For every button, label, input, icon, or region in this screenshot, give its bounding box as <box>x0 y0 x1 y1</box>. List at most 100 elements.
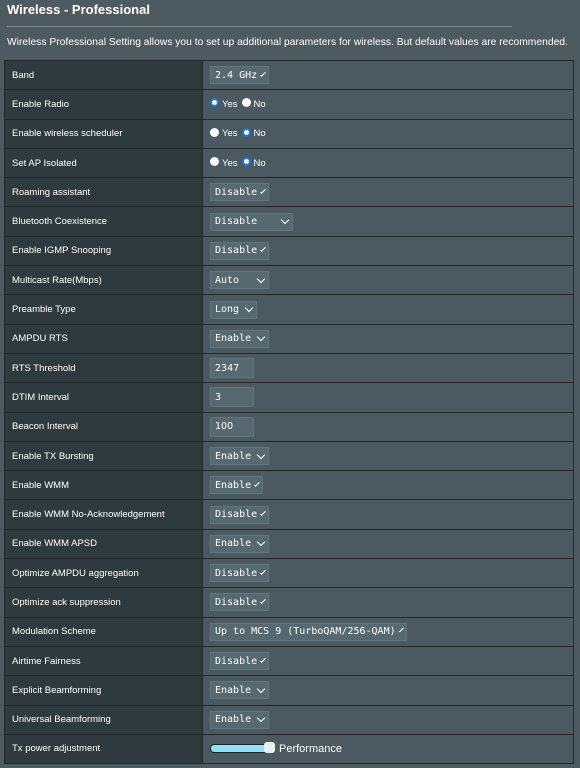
chevron-down-icon <box>280 215 290 225</box>
setting-row-wireless-scheduler: Enable wireless scheduler Yes No <box>5 119 573 149</box>
rts-threshold-input[interactable]: 2347 <box>210 358 254 379</box>
airtime-fairness-select[interactable]: Disable <box>210 652 269 671</box>
page-description: Wireless Professional Setting allows you… <box>7 37 568 48</box>
setting-row-universal-beamforming: Universal Beamforming Enable <box>5 705 573 735</box>
setting-label: Enable TX Bursting <box>5 441 203 471</box>
setting-row-beacon-interval: Beacon Interval 100 <box>5 412 573 442</box>
tx-power-slider-wrap: Performance <box>210 742 342 755</box>
setting-row-tx-power: Tx power adjustment Performance <box>5 734 573 765</box>
title-divider <box>7 26 512 27</box>
ack-suppression-select[interactable]: Disable <box>210 593 269 612</box>
radio-yes[interactable] <box>210 127 219 137</box>
chevron-down-icon <box>256 333 266 342</box>
tx-power-slider[interactable] <box>210 742 275 754</box>
radio-yes[interactable] <box>210 157 219 167</box>
tx-bursting-select[interactable]: Enable <box>210 447 269 465</box>
chevron-down-icon <box>256 538 266 547</box>
setting-label: Optimize AMPDU aggregation <box>5 559 203 588</box>
setting-row-ack-suppression: Optimize ack suppression Disable <box>5 588 573 618</box>
chevron-down-icon <box>256 684 266 694</box>
radio-no[interactable] <box>241 157 251 167</box>
setting-label: Preamble Type <box>5 295 203 324</box>
setting-label: Modulation Scheme <box>5 617 203 646</box>
page-title: Wireless - Professional <box>7 2 150 17</box>
setting-row-ap-isolated: Set AP Isolated Yes No <box>5 148 573 179</box>
setting-row-bluetooth-coexistence: Bluetooth Coexistence Disable <box>5 207 573 237</box>
setting-label: Beacon Interval <box>5 412 203 441</box>
chevron-down-icon <box>254 481 260 487</box>
setting-label: Tx power adjustment <box>5 734 203 764</box>
wmm-select[interactable]: Enable <box>210 476 263 495</box>
setting-label: Bluetooth Coexistence <box>5 207 203 236</box>
dtim-interval-input[interactable]: 3 <box>210 387 254 408</box>
page-header: Wireless - Professional Wireless Profess… <box>0 0 580 60</box>
chevron-down-icon <box>260 510 266 516</box>
setting-row-wmm: Enable WMM Enable <box>5 471 573 501</box>
chevron-down-icon <box>260 70 266 77</box>
enable-radio-group: Yes No <box>210 98 270 110</box>
setting-label: Enable WMM No-Acknowledgement <box>5 500 203 529</box>
chevron-down-icon <box>256 450 266 459</box>
setting-label: Universal Beamforming <box>5 705 203 734</box>
setting-label: Multicast Rate(Mbps) <box>5 266 203 295</box>
setting-row-igmp-snooping: Enable IGMP Snooping Disable <box>5 236 573 267</box>
igmp-snooping-select[interactable]: Disable <box>210 241 269 260</box>
setting-row-preamble-type: Preamble Type Long <box>5 295 573 325</box>
setting-label: Airtime Fairness <box>5 646 203 676</box>
chevron-down-icon <box>260 656 266 663</box>
explicit-beamforming-select[interactable]: Enable <box>210 681 269 700</box>
radio-no[interactable] <box>241 127 251 137</box>
band-select[interactable]: 2.4 GHz <box>210 66 269 85</box>
universal-beamforming-select[interactable]: Enable <box>210 710 269 729</box>
setting-label: Enable WMM APSD <box>5 529 203 559</box>
ampdu-aggregation-select[interactable]: Disable <box>210 564 269 583</box>
chevron-down-icon <box>398 627 404 633</box>
setting-label: AMPDU RTS <box>5 324 203 353</box>
radio-no[interactable] <box>241 98 251 108</box>
setting-label: Enable IGMP Snooping <box>5 236 203 266</box>
chevron-down-icon <box>260 598 266 604</box>
chevron-down-icon <box>256 274 266 283</box>
beacon-interval-input[interactable]: 100 <box>210 416 254 437</box>
chevron-down-icon <box>260 246 266 253</box>
slider-thumb[interactable] <box>264 742 275 754</box>
modulation-scheme-select[interactable]: Up to MCS 9 (TurboQAM/256-QAM) <box>210 622 407 641</box>
setting-row-explicit-beamforming: Explicit Beamforming Enable <box>5 676 573 706</box>
wmm-no-ack-select[interactable]: Disable <box>210 505 269 524</box>
setting-row-dtim-interval: DTIM Interval 3 <box>5 383 573 413</box>
setting-row-wmm-no-ack: Enable WMM No-Acknowledgement Disable <box>5 500 573 530</box>
bluetooth-coexistence-select[interactable]: Disable <box>210 212 293 231</box>
ampdu-rts-select[interactable]: Enable <box>210 329 269 348</box>
setting-row-wmm-apsd: Enable WMM APSD Enable <box>5 529 573 560</box>
chevron-down-icon <box>256 713 266 723</box>
setting-row-multicast-rate: Multicast Rate(Mbps) Auto <box>5 266 573 296</box>
chevron-down-icon <box>260 568 266 575</box>
chevron-down-icon <box>260 188 266 194</box>
setting-row-tx-bursting: Enable TX Bursting Enable <box>5 441 573 472</box>
setting-row-roaming-assistant: Roaming assistant Disable <box>5 178 573 208</box>
setting-label: Enable wireless scheduler <box>5 119 203 148</box>
chevron-down-icon <box>244 303 254 313</box>
setting-label: Set AP Isolated <box>5 148 203 178</box>
setting-label: RTS Threshold <box>5 353 203 383</box>
setting-label: Enable Radio <box>5 90 203 119</box>
setting-label: Band <box>5 61 203 90</box>
setting-row-modulation-scheme: Modulation Scheme Up to MCS 9 (TurboQAM/… <box>5 617 573 647</box>
setting-row-enable-radio: Enable Radio Yes No <box>5 90 573 120</box>
multicast-rate-select[interactable]: Auto <box>210 271 269 290</box>
setting-label: Optimize ack suppression <box>5 588 203 617</box>
setting-row-rts-threshold: RTS Threshold 2347 <box>5 353 573 384</box>
ap-isolated-radio-group: Yes No <box>210 157 270 169</box>
radio-yes[interactable] <box>210 98 219 108</box>
setting-label: Enable WMM <box>5 471 203 500</box>
roaming-assistant-select[interactable]: Disable <box>210 183 269 202</box>
settings-table: Band 2.4 GHz Enable Radio Yes No Enable … <box>4 60 574 765</box>
wireless-scheduler-radio-group: Yes No <box>210 127 270 139</box>
preamble-type-select[interactable]: Long <box>210 300 257 319</box>
setting-row-ampdu-rts: AMPDU RTS Enable <box>5 324 573 354</box>
wmm-apsd-select[interactable]: Enable <box>210 534 269 553</box>
setting-label: Explicit Beamforming <box>5 676 203 705</box>
setting-row-band: Band 2.4 GHz <box>5 61 573 91</box>
setting-label: Roaming assistant <box>5 178 203 207</box>
setting-row-airtime-fairness: Airtime Fairness Disable <box>5 646 573 677</box>
